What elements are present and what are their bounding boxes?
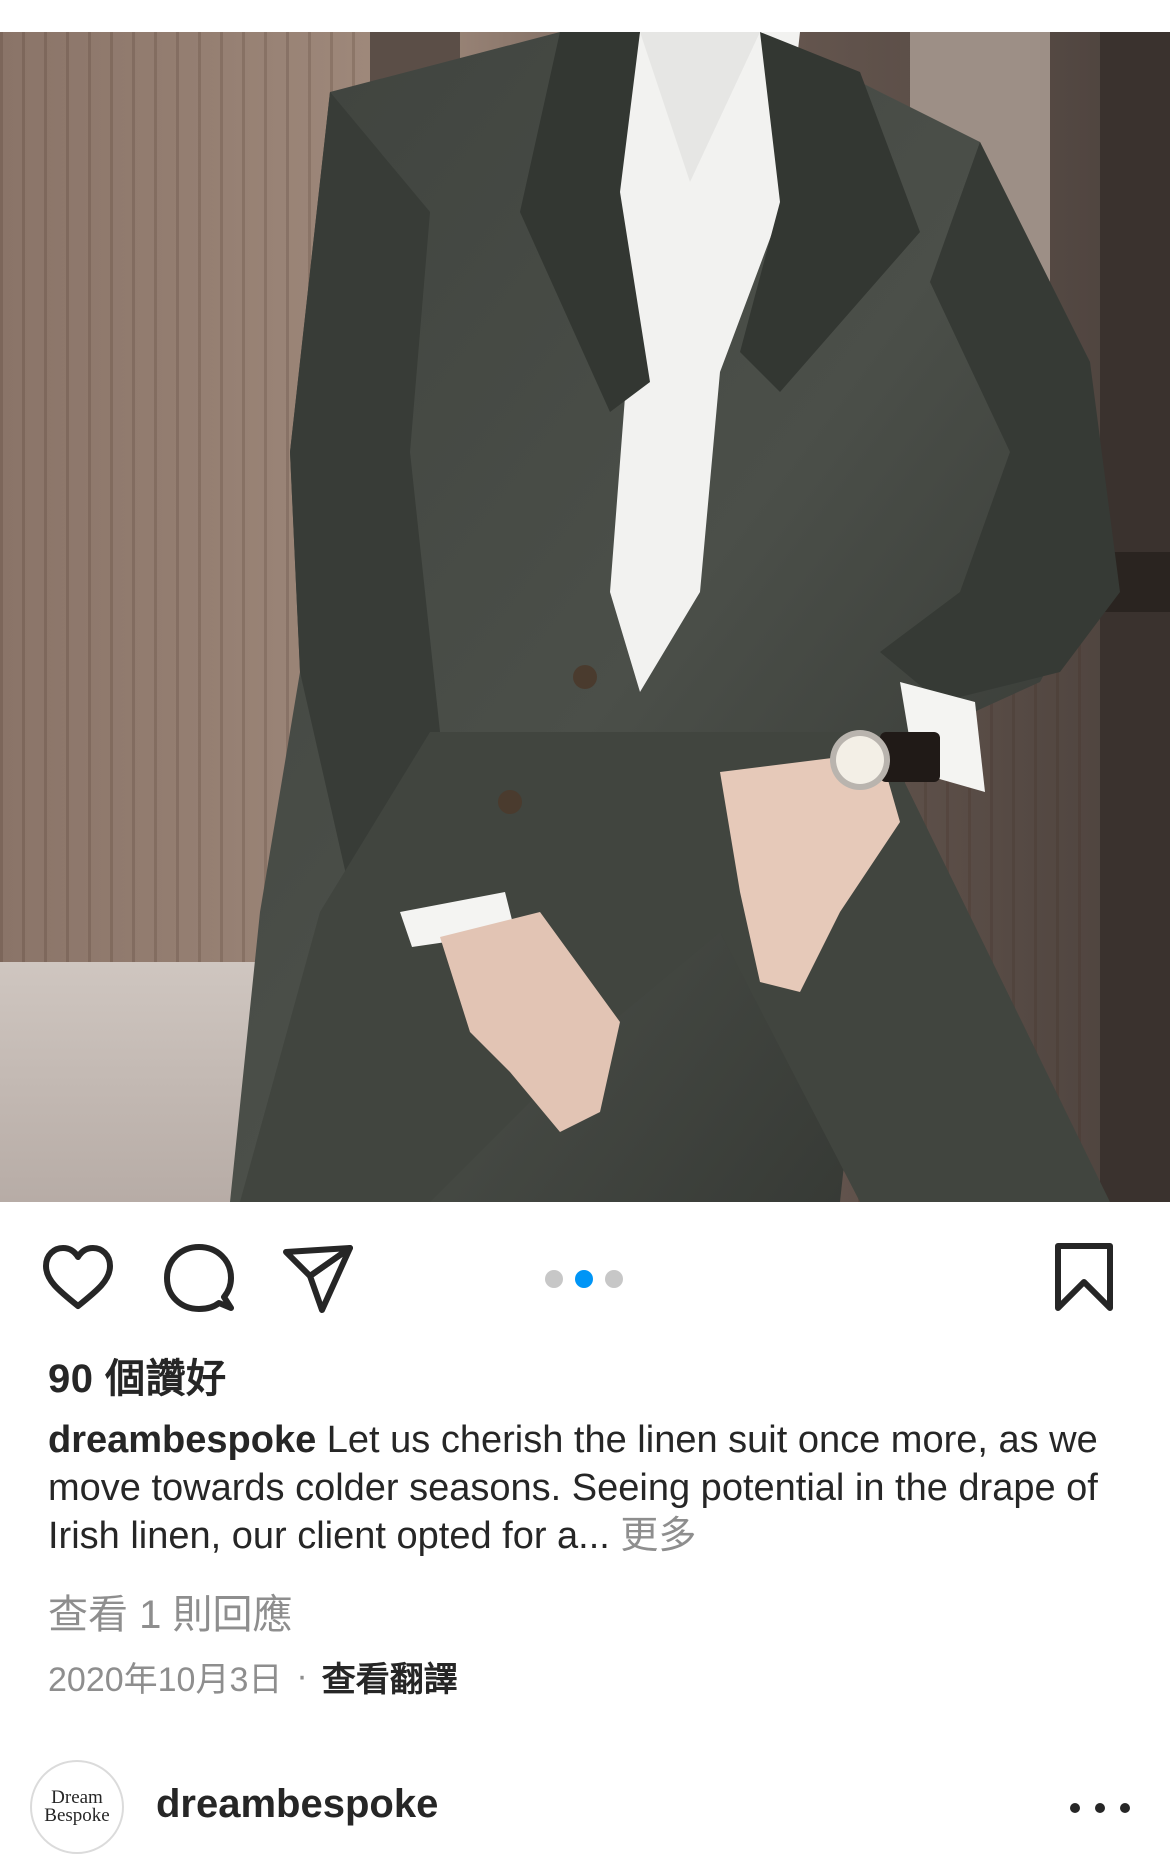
carousel-indicator (545, 1270, 623, 1288)
see-translation-link[interactable]: 查看翻譯 (322, 1652, 458, 1701)
speech-bubble-icon[interactable] (161, 1240, 237, 1316)
post-action-bar (0, 1232, 1170, 1322)
avatar[interactable]: Dream Bespoke (30, 1760, 124, 1854)
next-post-header: Dream Bespoke dreambespoke (0, 1760, 1170, 1860)
caption-more-link[interactable]: 更多 (620, 1515, 696, 1557)
avatar-text-line2: Bespoke (44, 1805, 110, 1826)
post-meta: 2020年10月3日 · 查看翻譯 (48, 1652, 458, 1701)
carousel-dot (545, 1270, 563, 1288)
ellipsis-dot (1095, 1803, 1105, 1813)
like-count[interactable]: 90 個讚好 (48, 1346, 227, 1404)
carousel-dot (575, 1270, 593, 1288)
post-caption: dreambespoke Let us cherish the linen su… (48, 1416, 1138, 1560)
bookmark-outline-icon[interactable] (1046, 1240, 1122, 1316)
post-date: 2020年10月3日 (48, 1661, 283, 1699)
ellipsis-dot (1070, 1803, 1080, 1813)
ellipsis-icon[interactable] (1070, 1788, 1130, 1828)
next-post-username[interactable]: dreambespoke (156, 1782, 438, 1827)
ellipsis-dot (1120, 1803, 1130, 1813)
post-image[interactable] (0, 32, 1170, 1202)
view-comments-link[interactable]: 查看 1 則回應 (48, 1582, 292, 1640)
heart-outline-icon[interactable] (40, 1240, 116, 1316)
carousel-dot (605, 1270, 623, 1288)
meta-separator: · (296, 1657, 308, 1695)
paper-plane-icon[interactable] (280, 1240, 356, 1316)
post-photo (0, 32, 1170, 1202)
caption-username[interactable]: dreambespoke (48, 1419, 316, 1461)
